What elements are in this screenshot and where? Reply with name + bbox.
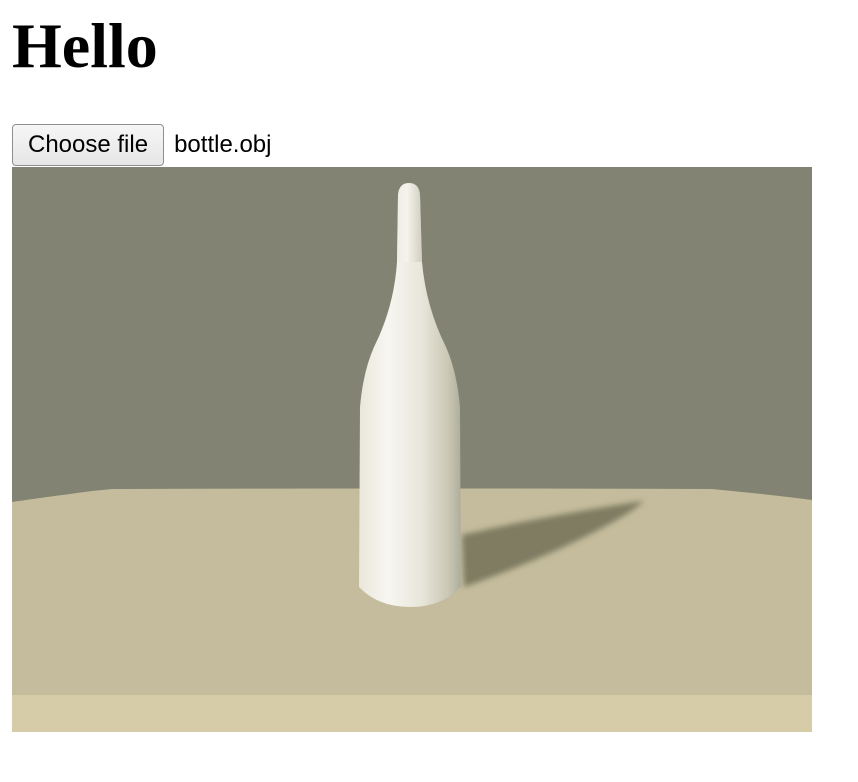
bottle-neck-highlight xyxy=(397,183,422,262)
table-front-edge xyxy=(12,695,812,732)
page-heading: Hello xyxy=(12,10,158,81)
file-input[interactable]: Choose file bottle.obj xyxy=(12,124,271,166)
choose-file-button[interactable]: Choose file xyxy=(12,124,165,166)
selected-file-name: bottle.obj xyxy=(174,131,272,158)
3d-viewport[interactable] xyxy=(12,167,812,732)
